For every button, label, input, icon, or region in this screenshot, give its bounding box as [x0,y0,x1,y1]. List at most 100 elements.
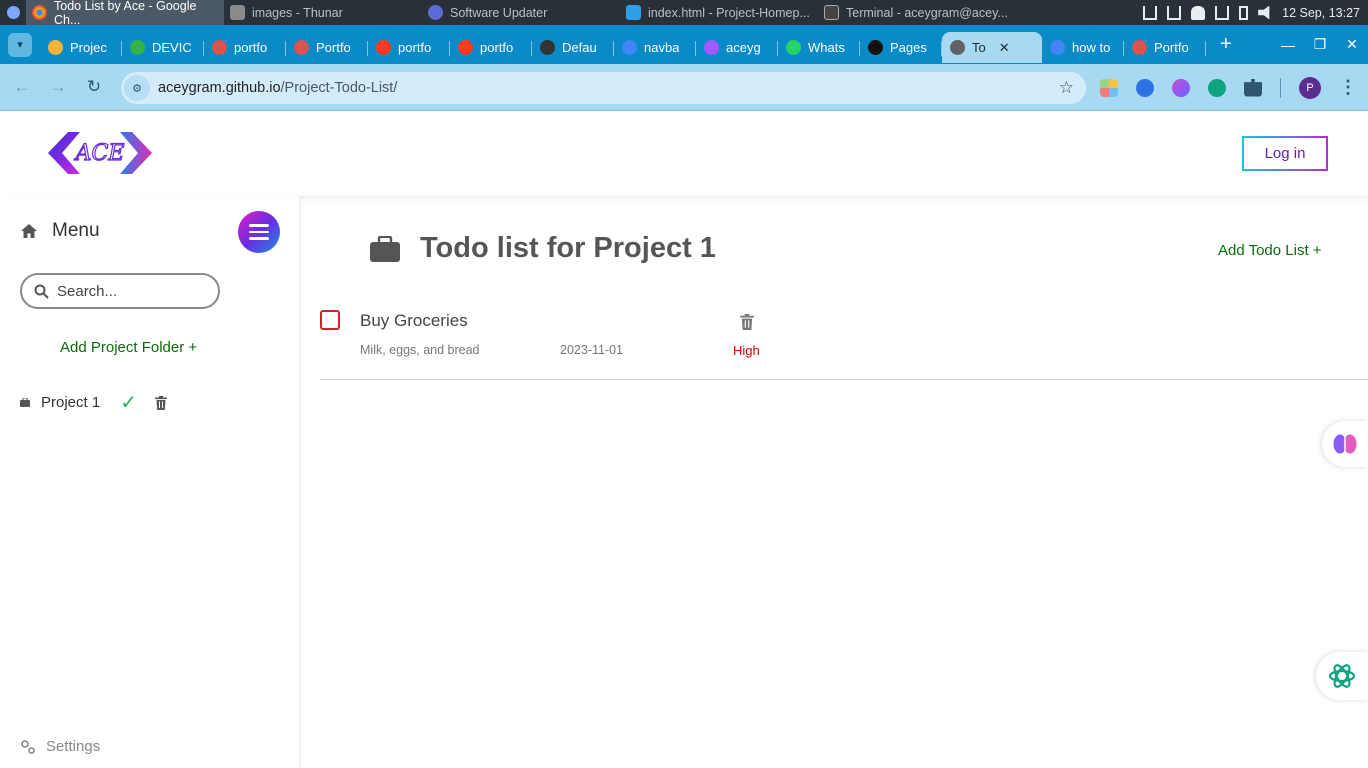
trash-icon[interactable] [154,395,167,410]
extension-brain-icon[interactable] [1172,78,1190,97]
taskbar-task-chrome[interactable]: Todo List by Ace - Google Ch... [26,0,224,27]
browser-menu-kebab-icon[interactable]: ⋮ [1339,77,1357,98]
briefcase-icon [370,235,400,262]
hamburger-line [249,224,269,227]
tab-label: Portfo [1154,40,1189,55]
todo-item: Buy Groceries Milk, eggs, and bread 2023… [320,300,1368,380]
briefcase-icon [20,398,30,407]
add-project-folder-button[interactable]: Add Project Folder + [60,339,197,356]
todo-checkbox[interactable] [320,310,340,330]
site-header: ACE Log in [0,112,1368,196]
tab-label: navba [644,40,680,55]
taskbar-task-terminal[interactable]: Terminal - aceygram@acey... [818,0,1016,25]
vscode-icon [626,5,641,20]
tab-label: aceyg [726,40,761,55]
brain-icon [1333,434,1357,454]
tab-close-icon[interactable]: ✕ [999,40,1010,56]
tab-favicon-icon [704,40,719,55]
browser-tab[interactable]: Defau [532,32,614,63]
settings-link[interactable]: Settings [20,738,100,755]
settings-label: Settings [46,738,101,755]
taskbar-task-software-updater[interactable]: Software Updater [422,0,620,25]
browser-tab[interactable]: portfo [204,32,286,63]
search-icon [34,284,49,299]
brain-assistant-button[interactable] [1322,421,1368,467]
browser-tab[interactable]: DEVIC [122,32,204,63]
bookmark-star-icon[interactable]: ☆ [1059,78,1074,98]
profile-avatar[interactable]: P [1299,76,1321,99]
sidebar: Menu Add Project Folder + Project 1 ✓ [0,196,300,768]
tab-favicon-icon [212,40,227,55]
menu-header: Menu [20,220,100,242]
extension-grid-icon[interactable] [1100,78,1118,97]
extensions-area: P ⋮ [1100,64,1357,111]
page-title: Todo list for Project 1 [420,232,716,264]
reload-icon[interactable]: ↻ [76,77,112,97]
taskbar-task-thunar[interactable]: images - Thunar [224,0,422,25]
battery-icon[interactable] [1239,5,1249,20]
tab-favicon-icon [786,40,801,55]
browser-tab[interactable]: aceyg [696,32,778,63]
browser-tab[interactable]: portfo [368,32,450,63]
browser-tab[interactable]: Whats [778,32,860,63]
browser-tab[interactable]: Projec [40,32,122,63]
os-menu-icon[interactable] [0,0,26,25]
extension-c-icon[interactable] [1136,78,1154,97]
browser-tab[interactable]: how to [1042,32,1124,63]
extension-chatgpt-icon[interactable] [1208,78,1226,97]
tab-favicon-icon [1050,40,1065,55]
taskbar-task-vscode[interactable]: index.html - Project-Homep... [620,0,818,25]
url-text[interactable]: aceygram.github.io/Project-Todo-List/ [158,80,397,96]
hamburger-line [249,237,269,240]
ace-logo[interactable]: ACE [46,130,154,176]
network-icon[interactable] [1143,5,1158,20]
tab-search-chevron-icon[interactable]: ▾ [8,32,32,57]
volume-icon[interactable] [1258,5,1270,20]
close-window-icon[interactable]: ✕ [1336,36,1368,53]
network-icon[interactable] [1215,5,1230,20]
trash-icon[interactable] [740,314,754,330]
address-bar[interactable]: ⚙ aceygram.github.io/Project-Todo-List/ … [121,72,1086,104]
search-field[interactable] [20,273,220,309]
hamburger-menu-button[interactable] [238,211,280,253]
tab-label: Pages [890,40,927,55]
tab-label: portfo [398,40,432,55]
browser-tab[interactable]: Portfo [1124,32,1206,63]
maximize-icon[interactable]: ❐ [1304,36,1336,53]
browser-tab[interactable]: Portfo [286,32,368,63]
project-name[interactable]: Project 1 [41,394,100,411]
tab-favicon-icon [868,40,883,55]
back-arrow-icon[interactable]: ← [4,77,40,97]
os-taskbar: Todo List by Ace - Google Ch... images -… [0,0,1368,27]
browser-tab[interactable]: portfo [450,32,532,63]
login-button[interactable]: Log in [1242,136,1328,171]
tab-favicon-icon [130,40,145,55]
clock[interactable]: 12 Sep, 13:27 [1282,6,1360,20]
todo-description: Milk, eggs, and bread [360,343,480,357]
new-tab-plus-icon[interactable]: + [1220,33,1232,56]
network-icon[interactable] [1167,5,1182,20]
tab-favicon-icon [950,40,965,55]
tab-label: To [972,40,986,55]
browser-tab[interactable]: navba [614,32,696,63]
toolbar-divider [1280,77,1281,98]
tab-label: Portfo [316,40,351,55]
tab-favicon-icon [48,40,63,55]
minimize-icon[interactable]: — [1272,37,1304,53]
add-todo-list-button[interactable]: Add Todo List + [1218,242,1322,259]
check-icon[interactable]: ✓ [120,390,137,415]
chatgpt-assistant-button[interactable] [1316,652,1368,700]
browser-tab[interactable]: To ✕ [942,32,1042,63]
site-info-icon[interactable]: ⚙ [124,75,150,101]
browser-tab[interactable]: Pages [860,32,942,63]
search-input[interactable] [57,282,197,300]
bell-icon[interactable] [1191,5,1206,20]
main-title-row: Todo list for Project 1 [370,232,716,265]
extensions-puzzle-icon[interactable] [1244,78,1262,97]
tab-label: Defau [562,40,597,55]
project-item[interactable]: Project 1 ✓ [20,390,167,415]
browser-toolbar: ← → ↻ ⚙ aceygram.github.io/Project-Todo-… [0,64,1368,111]
tab-favicon-icon [622,40,637,55]
tab-favicon-icon [1132,40,1147,55]
forward-arrow-icon[interactable]: → [40,77,76,97]
